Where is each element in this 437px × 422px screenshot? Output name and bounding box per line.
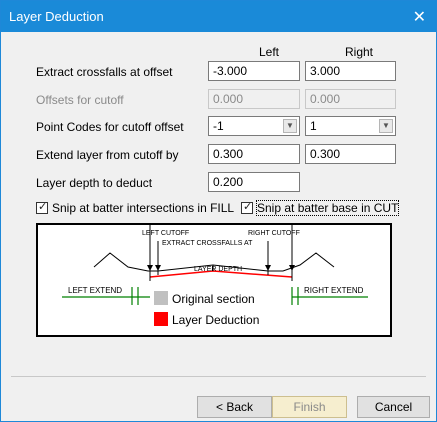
snip-fill-checkbox[interactable]: ✓ Snip at batter intersections in FILL bbox=[36, 200, 234, 216]
extend-layer-right-input[interactable]: 0.300 bbox=[305, 144, 396, 164]
snip-cut-checkbox[interactable]: ✓ Snip at batter base in CUT bbox=[241, 200, 400, 216]
snip-cut-label: Snip at batter base in CUT bbox=[255, 200, 400, 216]
chevron-down-icon[interactable]: ▼ bbox=[283, 119, 297, 133]
finish-button[interactable]: Finish bbox=[272, 396, 347, 418]
offsets-for-cutoff-label: Offsets for cutoff bbox=[36, 93, 124, 107]
right-cutoff-text: RIGHT CUTOFF bbox=[248, 230, 300, 237]
cancel-button[interactable]: Cancel bbox=[357, 396, 430, 418]
extract-crossfalls-right-input[interactable]: 3.000 bbox=[305, 61, 396, 81]
column-header-left: Left bbox=[259, 45, 280, 59]
offsets-cutoff-left-input[interactable]: 0.000 bbox=[208, 89, 300, 109]
layer-deduction-dialog: Layer Deduction ✕ Left Right Extract cro… bbox=[0, 0, 437, 422]
footer-separator bbox=[11, 376, 426, 377]
legend-original-text: Original section bbox=[172, 292, 255, 306]
extend-layer-label: Extend layer from cutoff by bbox=[36, 148, 179, 162]
layer-depth-label: Layer depth to deduct bbox=[36, 176, 153, 190]
left-extend-text: LEFT EXTEND bbox=[68, 286, 122, 295]
snip-fill-box[interactable]: ✓ bbox=[36, 201, 48, 214]
extend-layer-left-input[interactable]: 0.300 bbox=[208, 144, 300, 164]
chevron-down-icon[interactable]: ▼ bbox=[379, 119, 393, 133]
legend-deduction-text: Layer Deduction bbox=[172, 313, 259, 327]
window-title: Layer Deduction bbox=[9, 9, 104, 24]
layer-depth-text: LAYER DEPTH bbox=[194, 266, 242, 273]
layer-depth-input[interactable]: 0.200 bbox=[208, 172, 300, 192]
arrow-icon bbox=[289, 265, 295, 271]
right-extend-text: RIGHT EXTEND bbox=[304, 286, 364, 295]
left-cutoff-text: LEFT CUTOFF bbox=[142, 230, 189, 237]
point-codes-right-value: 1 bbox=[310, 119, 317, 133]
point-codes-label: Point Codes for cutoff offset bbox=[36, 120, 184, 134]
snip-fill-label: Snip at batter intersections in FILL bbox=[52, 201, 235, 215]
column-header-right: Right bbox=[345, 45, 374, 59]
extract-crossfalls-left-input[interactable]: -3.000 bbox=[208, 61, 300, 81]
extract-text: EXTRACT CROSSFALLS AT bbox=[162, 240, 253, 247]
arrow-icon bbox=[147, 265, 153, 271]
checkmark-icon: ✓ bbox=[243, 201, 253, 213]
legend-deduction-swatch bbox=[154, 312, 168, 326]
checkmark-icon: ✓ bbox=[38, 201, 48, 213]
arrow-icon bbox=[265, 265, 271, 271]
snip-cut-box[interactable]: ✓ bbox=[241, 201, 253, 214]
arrow-icon bbox=[155, 265, 161, 271]
offsets-cutoff-right-input[interactable]: 0.000 bbox=[305, 89, 396, 109]
point-codes-left-combo[interactable]: -1 ▼ bbox=[208, 116, 300, 136]
close-icon[interactable]: ✕ bbox=[413, 7, 426, 27]
point-codes-left-value: -1 bbox=[213, 119, 224, 133]
cross-section-svg: LEFT CUTOFF RIGHT CUTOFF EXTRACT CROSSFA… bbox=[62, 225, 368, 327]
extract-crossfalls-label: Extract crossfalls at offset bbox=[36, 65, 173, 79]
cross-section-diagram: LEFT CUTOFF RIGHT CUTOFF EXTRACT CROSSFA… bbox=[36, 223, 392, 337]
title-bar: Layer Deduction ✕ bbox=[1, 1, 436, 32]
legend-original-swatch bbox=[154, 291, 168, 305]
back-button[interactable]: < Back bbox=[197, 396, 272, 418]
point-codes-right-combo[interactable]: 1 ▼ bbox=[305, 116, 396, 136]
